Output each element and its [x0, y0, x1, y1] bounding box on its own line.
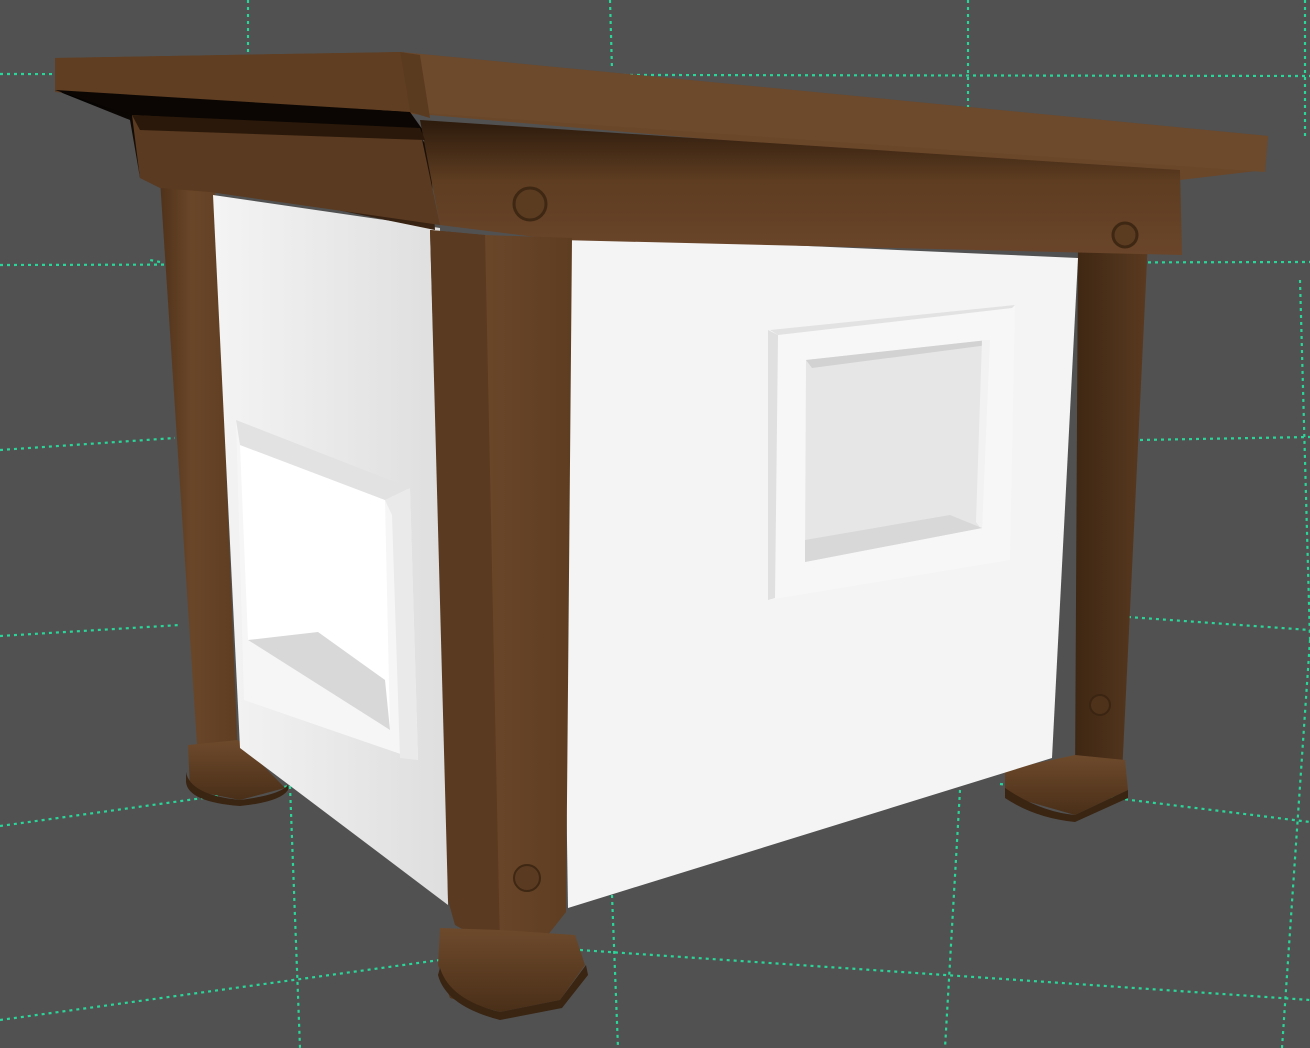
hut-wall-front[interactable] — [558, 235, 1078, 908]
hut-wall-left[interactable] — [213, 195, 448, 905]
viewport-canvas[interactable] — [0, 0, 1310, 1048]
3d-viewport[interactable] — [0, 0, 1310, 1048]
hut-post-front-corner[interactable] — [430, 230, 588, 1020]
hut-window-front[interactable] — [768, 305, 1015, 600]
